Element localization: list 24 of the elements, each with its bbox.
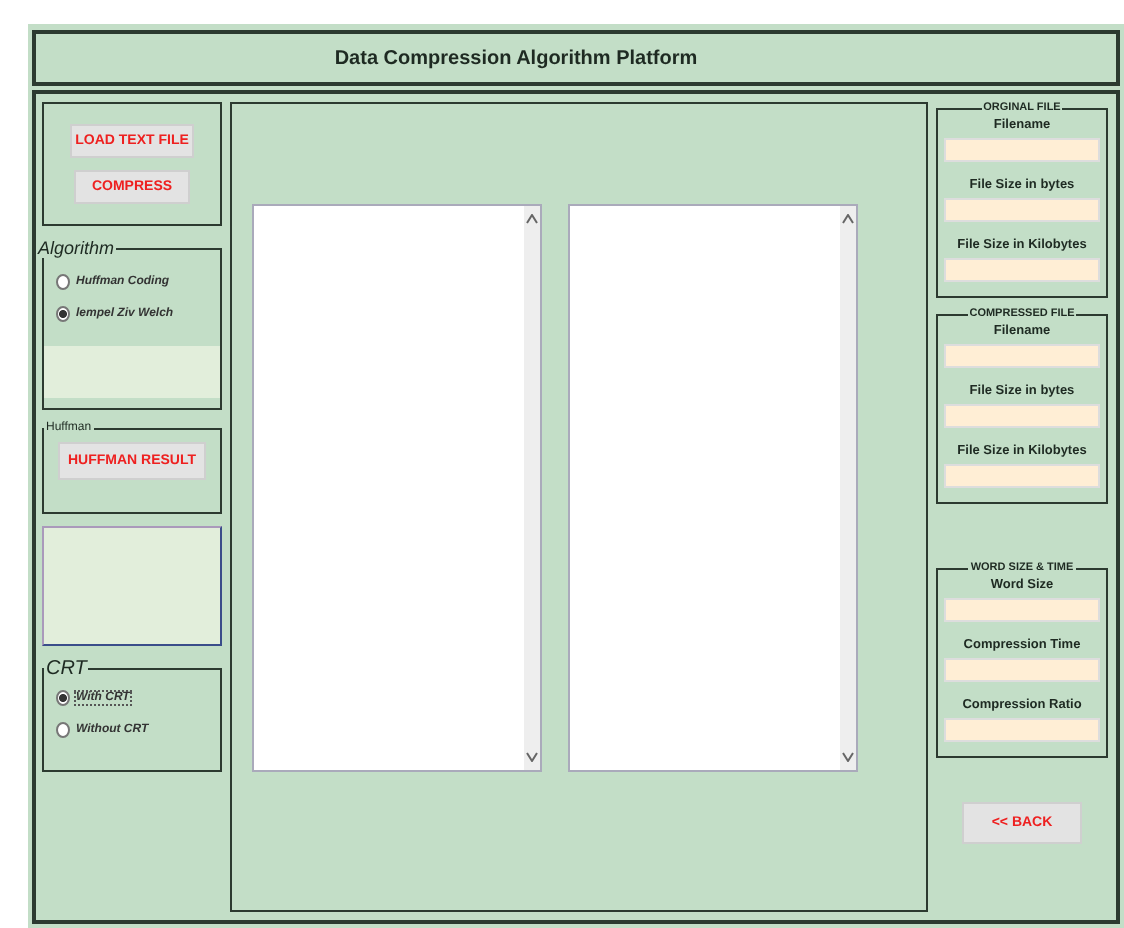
input-field[interactable] [944, 344, 1100, 368]
input-field[interactable] [944, 404, 1100, 428]
scroll-bar[interactable] [524, 206, 540, 770]
input-field[interactable] [944, 198, 1100, 222]
radio-icon[interactable] [56, 274, 70, 290]
scroll-bar[interactable] [840, 206, 856, 770]
text-area[interactable] [252, 204, 542, 772]
radio-icon[interactable] [56, 306, 70, 322]
scroll-up-icon[interactable] [842, 214, 854, 224]
input-field[interactable] [944, 598, 1100, 622]
text-area[interactable] [568, 204, 858, 772]
group-legend: Algorithm [36, 238, 117, 258]
input-field[interactable] [944, 138, 1100, 162]
radio-icon[interactable] [56, 690, 70, 706]
input-field[interactable] [944, 718, 1100, 742]
window-title: Data Compression Algorithm Platform [334, 47, 698, 69]
input-field[interactable] [944, 258, 1100, 282]
scroll-up-icon[interactable] [526, 214, 538, 224]
scroll-down-icon[interactable] [842, 752, 854, 762]
input-field[interactable] [944, 658, 1100, 682]
scroll-down-icon[interactable] [526, 752, 538, 762]
radio-icon[interactable] [56, 722, 70, 738]
input-field[interactable] [944, 464, 1100, 488]
group-legend: CRT [44, 658, 89, 680]
